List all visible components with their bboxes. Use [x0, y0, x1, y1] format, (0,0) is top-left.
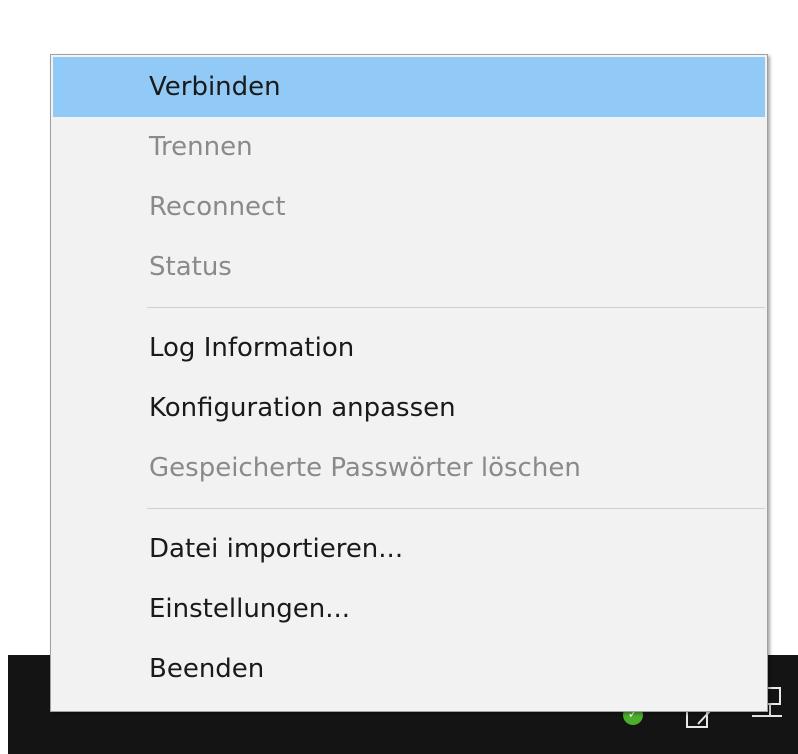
menu-item-status[interactable]: Status — [53, 237, 765, 297]
menu-item-einstellungen[interactable]: Einstellungen... — [53, 579, 765, 639]
menu-item-verbinden[interactable]: Verbinden — [53, 57, 765, 117]
menu-item-log-information[interactable]: Log Information — [53, 318, 765, 378]
menu-item-konfiguration-anpassen[interactable]: Konfiguration anpassen — [53, 378, 765, 438]
menu-item-trennen[interactable]: Trennen — [53, 117, 765, 177]
menu-item-beenden[interactable]: Beenden — [53, 639, 765, 699]
context-menu: Verbinden Trennen Reconnect Status Log I… — [50, 54, 768, 712]
menu-separator — [147, 508, 765, 509]
menu-item-datei-importieren[interactable]: Datei importieren... — [53, 519, 765, 579]
menu-separator — [147, 307, 765, 308]
menu-item-passwoerter-loeschen[interactable]: Gespeicherte Passwörter löschen — [53, 438, 765, 498]
menu-item-reconnect[interactable]: Reconnect — [53, 177, 765, 237]
